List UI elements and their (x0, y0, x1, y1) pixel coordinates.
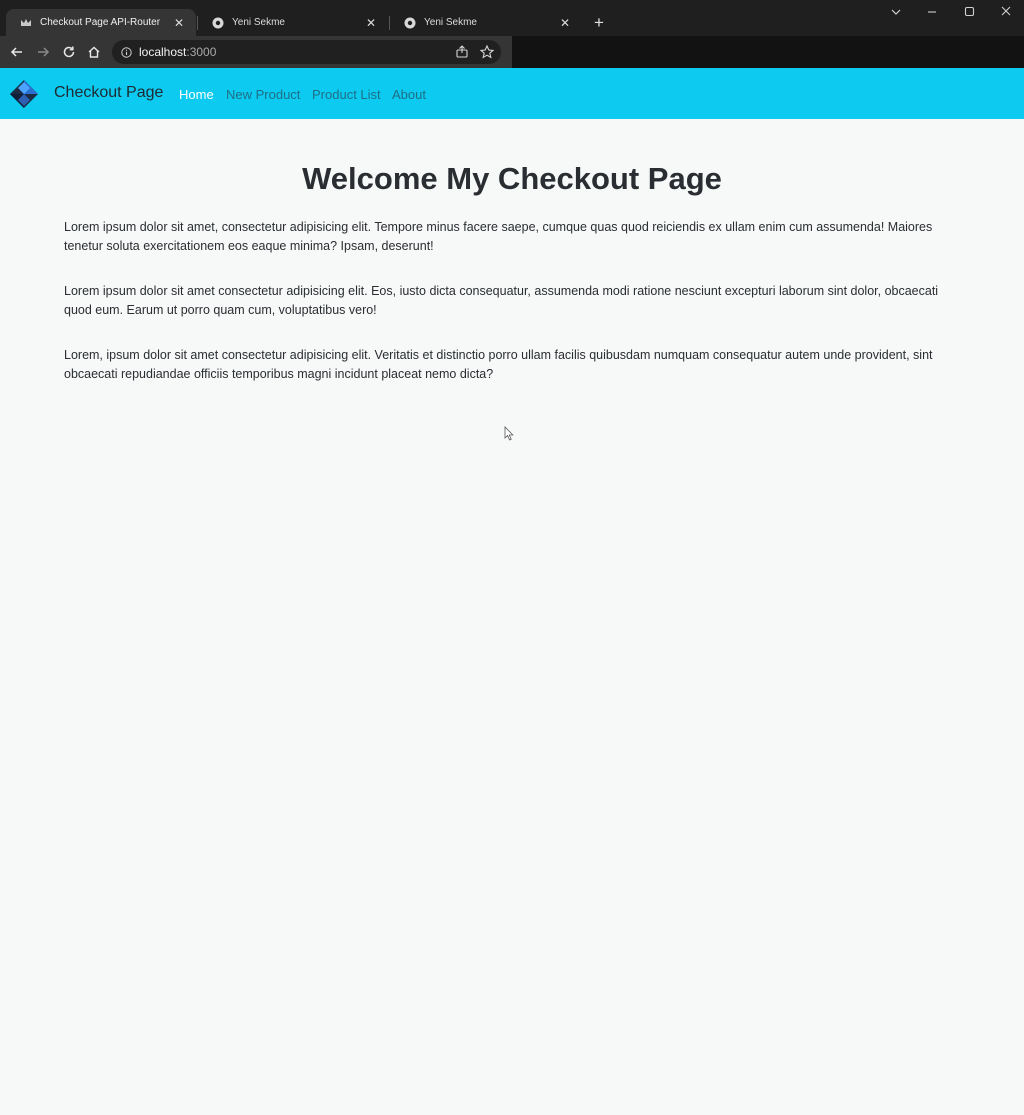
minimize-icon[interactable] (922, 4, 942, 20)
mouse-cursor-icon (504, 426, 514, 441)
address-bar[interactable]: localhost:3000 (112, 40, 501, 64)
forward-button[interactable] (32, 41, 54, 63)
browser-tab[interactable]: Yeni Sekme ✕ (390, 9, 582, 36)
close-tab-icon[interactable]: ✕ (558, 16, 572, 30)
brand-logo-icon[interactable] (8, 78, 40, 110)
paragraph: Lorem ipsum dolor sit amet consectetur a… (64, 284, 939, 317)
chrome-icon (212, 17, 224, 28)
home-icon (88, 46, 100, 58)
close-tab-icon[interactable]: ✕ (172, 16, 186, 30)
new-tab-button[interactable]: + (589, 13, 609, 33)
paragraph-group: Lorem ipsum dolor sit amet, consectetur … (64, 218, 960, 384)
browser-tab[interactable]: Yeni Sekme ✕ (198, 9, 388, 36)
app-navbar: Checkout Page Home New Product Product L… (0, 68, 1024, 119)
url-host: localhost (139, 45, 187, 59)
paragraph: Lorem ipsum dolor sit amet, consectetur … (64, 220, 933, 253)
crown-icon (21, 18, 31, 26)
main-content: Welcome My Checkout Page Lorem ipsum dol… (64, 160, 960, 381)
url-port: :3000 (186, 45, 217, 59)
browser-tab-active[interactable]: Checkout Page API-Router ✕ (6, 9, 196, 36)
tab-title: Yeni Sekme (424, 17, 477, 28)
brand-title[interactable]: Checkout Page (54, 84, 163, 102)
toolbar-dark-region (512, 36, 1024, 68)
nav-link-new-product[interactable]: New Product (226, 87, 300, 102)
back-button[interactable] (6, 41, 28, 63)
arrow-left-icon (10, 47, 22, 57)
tab-title: Checkout Page API-Router (40, 17, 161, 28)
maximize-icon[interactable] (959, 4, 979, 20)
tab-title: Yeni Sekme (232, 17, 285, 28)
paragraph: Lorem, ipsum dolor sit amet consectetur … (64, 348, 933, 381)
reload-icon (63, 46, 75, 58)
share-icon[interactable] (454, 44, 470, 60)
nav-link-product-list[interactable]: Product List (312, 87, 381, 102)
tab-search-icon[interactable] (886, 4, 906, 20)
bookmark-star-icon[interactable] (479, 44, 495, 60)
close-window-icon[interactable] (996, 4, 1016, 20)
nav-link-home[interactable]: Home (179, 87, 214, 102)
close-tab-icon[interactable]: ✕ (364, 16, 378, 30)
nav-link-about[interactable]: About (392, 87, 426, 102)
browser-titlebar: Checkout Page API-Router ✕ Yeni Sekme ✕ … (0, 0, 1024, 36)
info-icon[interactable] (121, 46, 132, 58)
chrome-icon (404, 17, 416, 28)
reload-button[interactable] (58, 41, 80, 63)
page-title: Welcome My Checkout Page (302, 161, 722, 196)
home-button[interactable] (83, 41, 105, 63)
arrow-right-icon (38, 47, 50, 57)
